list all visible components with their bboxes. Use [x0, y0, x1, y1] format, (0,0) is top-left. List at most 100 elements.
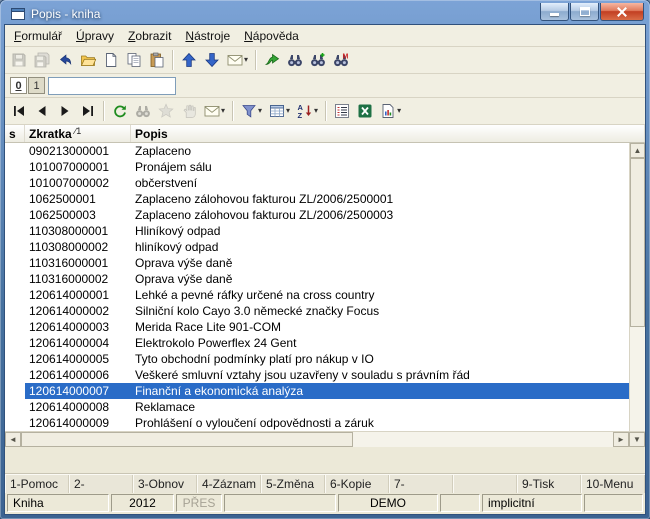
cell-popis: Zaplaceno: [135, 144, 192, 158]
refresh-button[interactable]: [109, 100, 131, 122]
move-up-icon: [181, 52, 197, 68]
cell-zkratka: 120614000002: [29, 304, 110, 318]
scroll-right-icon[interactable]: ►: [613, 432, 629, 447]
fkey-4-zaznam[interactable]: 4-Záznam: [197, 475, 261, 493]
fkey-10-menu[interactable]: 10-Menu: [581, 475, 645, 493]
go-first-icon: [11, 103, 27, 119]
toolbar-main: ▾: [5, 47, 645, 74]
table-row[interactable]: 110308000001 Hliníkový odpad: [5, 223, 629, 239]
cell-zkratka: 120614000007: [25, 383, 131, 399]
cell-zkratka: 090213000001: [29, 144, 110, 158]
minimize-icon: [550, 12, 559, 16]
fkey-2[interactable]: 2-: [69, 475, 133, 493]
table-row[interactable]: 120614000001 Lehké a pevné ráfky určené n…: [5, 287, 629, 303]
horizontal-scroll-thumb[interactable]: [21, 432, 353, 447]
window-title: Popis - kniha: [31, 6, 101, 21]
table-row[interactable]: 101007000001 Pronájem sálu: [5, 159, 629, 175]
horizontal-scroll-track[interactable]: [21, 432, 613, 447]
filter-button[interactable]: ▾: [238, 100, 265, 122]
fkey-6-kopie[interactable]: 6-Kopie: [325, 475, 389, 493]
minimize-button[interactable]: [540, 3, 569, 21]
find-next-button[interactable]: [307, 49, 329, 71]
export-excel-icon: [357, 103, 373, 119]
table-row[interactable]: 110308000002 hliníkový odpad: [5, 239, 629, 255]
cell-zkratka: 120614000001: [29, 288, 110, 302]
table-row[interactable]: 110316000001 Oprava výše daně: [5, 255, 629, 271]
find-icon: [287, 52, 303, 68]
totals-button[interactable]: [331, 100, 353, 122]
cell-s: [5, 303, 25, 319]
go-last-icon: [80, 103, 96, 119]
horizontal-scrollbar[interactable]: ◄ ► ▼: [5, 431, 645, 447]
go-next-button[interactable]: [54, 100, 76, 122]
table-row[interactable]: 1062500003 Zaplaceno zálohovou fakturou Z…: [5, 207, 629, 223]
fkey-9-tisk[interactable]: 9-Tisk: [517, 475, 581, 493]
table-row[interactable]: 120614000003 Merida Race Lite 901-COM: [5, 319, 629, 335]
table-row[interactable]: 090213000001 Zaplaceno: [5, 143, 629, 159]
menu-item-zobrazit[interactable]: Zobrazit: [121, 26, 178, 46]
send-mail-button[interactable]: ▾: [201, 100, 228, 122]
move-down-button[interactable]: [201, 49, 223, 71]
table-row[interactable]: 120614000004 Elektrokolo Powerflex 24 Gen…: [5, 335, 629, 351]
vertical-scroll-track[interactable]: [630, 158, 645, 431]
table-row[interactable]: 120614000009 Prohlášení o vyloučení odpov…: [5, 415, 629, 431]
fkey-blank[interactable]: [453, 475, 517, 493]
copy-button[interactable]: [123, 49, 145, 71]
table-row[interactable]: 120614000007 Finanční a ekonomická analýz…: [5, 383, 629, 399]
scroll-left-icon[interactable]: ◄: [5, 432, 21, 447]
paste-button[interactable]: [146, 49, 168, 71]
send-mail-button[interactable]: ▾: [224, 49, 251, 71]
cell-zkratka: 110316000002: [29, 272, 109, 286]
table-row[interactable]: 120614000008 Reklamace: [5, 399, 629, 415]
menu-bar: Formulář Úpravy Zobrazit Nástroje Nápověda: [5, 25, 645, 47]
menu-item-formular[interactable]: Formulář: [7, 26, 69, 46]
column-header-s[interactable]: s: [5, 125, 25, 142]
sort-button[interactable]: ▾: [294, 100, 321, 122]
undo-button[interactable]: [54, 49, 76, 71]
find-m-button[interactable]: [330, 49, 352, 71]
maximize-button[interactable]: [570, 3, 599, 21]
scroll-down-icon[interactable]: ▼: [629, 432, 645, 447]
app-icon: [10, 6, 26, 22]
table-row[interactable]: 120614000002 Silniční kolo Cayo 3.0 němec…: [5, 303, 629, 319]
menu-item-nastroje[interactable]: Nástroje: [178, 26, 237, 46]
record-tab-0[interactable]: 0: [10, 77, 27, 94]
table-row[interactable]: 1062500001 Zaplaceno zálohovou fakturou Z…: [5, 191, 629, 207]
table-row[interactable]: 110316000002 Oprava výše daně: [5, 271, 629, 287]
print-report-button[interactable]: ▾: [377, 100, 404, 122]
cell-s: [5, 159, 25, 175]
columns-button[interactable]: ▾: [266, 100, 293, 122]
fkey-7[interactable]: 7-: [389, 475, 453, 493]
open-button[interactable]: [77, 49, 99, 71]
vertical-scroll-thumb[interactable]: [630, 158, 645, 328]
quick-search-input[interactable]: [48, 76, 176, 95]
go-first-button[interactable]: [8, 100, 30, 122]
table-header: s Zkratka ∕1 Popis: [5, 125, 645, 143]
fkey-5-zmena[interactable]: 5-Změna: [261, 475, 325, 493]
column-header-zkratka[interactable]: Zkratka ∕1: [25, 125, 131, 142]
find-button[interactable]: [284, 49, 306, 71]
export-button[interactable]: [261, 49, 283, 71]
fkey-1-pomoc[interactable]: 1-Pomoc: [5, 475, 69, 493]
export-icon: [264, 52, 280, 68]
export-excel-button[interactable]: [354, 100, 376, 122]
scroll-up-icon[interactable]: ▲: [630, 143, 645, 158]
move-up-button[interactable]: [178, 49, 200, 71]
vertical-scrollbar[interactable]: ▲: [629, 143, 645, 431]
close-button[interactable]: [600, 3, 644, 21]
cell-popis: Merida Race Lite 901-COM: [135, 320, 282, 334]
menu-item-napoveda[interactable]: Nápověda: [237, 26, 306, 46]
go-previous-button[interactable]: [31, 100, 53, 122]
table-row[interactable]: 120614000005 Tyto obchodní podmínky platí…: [5, 351, 629, 367]
cell-zkratka: 120614000009: [29, 416, 110, 430]
cell-s: [5, 191, 25, 207]
go-last-button[interactable]: [77, 100, 99, 122]
column-header-popis[interactable]: Popis: [131, 125, 645, 142]
menu-item-upravy[interactable]: Úpravy: [69, 26, 121, 46]
fkey-3-obnov[interactable]: 3-Obnov: [133, 475, 197, 493]
record-tab-1[interactable]: 1: [28, 77, 45, 94]
table-row[interactable]: 120614000006 Veškeré smluvní vztahy jsou …: [5, 367, 629, 383]
record-tabs: 01: [10, 77, 45, 94]
new-record-button[interactable]: [100, 49, 122, 71]
table-row[interactable]: 101007000002 občerstvení: [5, 175, 629, 191]
